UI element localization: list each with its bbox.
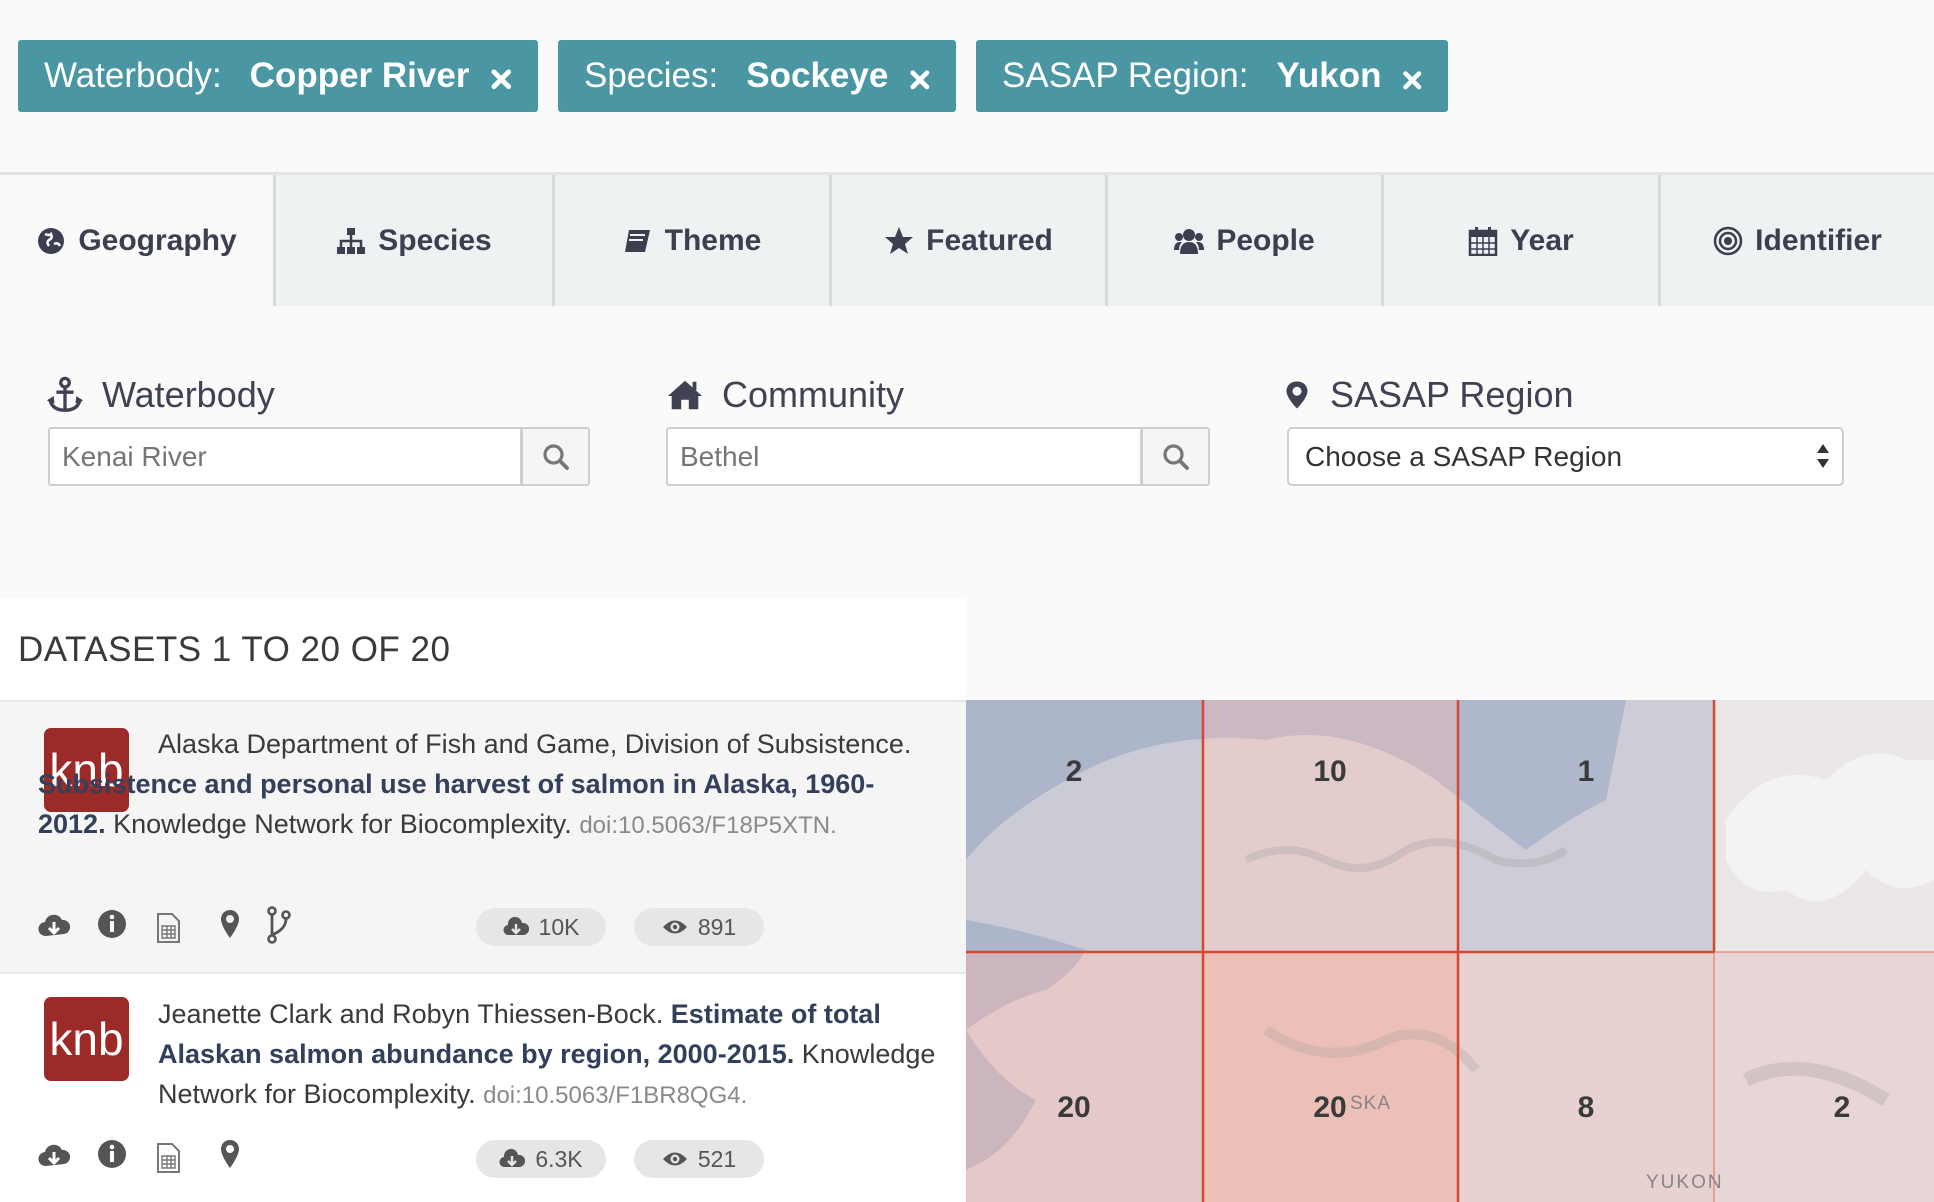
citation-authors: Alaska Department of Fish and Game, Divi…: [158, 729, 912, 759]
list-item: knb Jeanette Clark and Robyn Thiessen-Bo…: [0, 972, 966, 1202]
filter-key: Waterbody:: [44, 56, 222, 95]
tab-label: People: [1216, 223, 1315, 257]
map-cell-count[interactable]: 20: [1057, 1091, 1090, 1125]
filter-value: Copper River: [249, 56, 470, 95]
close-icon[interactable]: [489, 61, 514, 91]
sitemap-icon: [337, 227, 366, 254]
waterbody-label: Waterbody: [46, 374, 275, 416]
map-cell-count[interactable]: 10: [1313, 755, 1346, 789]
community-label: Community: [666, 374, 904, 416]
tab-label: Featured: [926, 223, 1053, 257]
filter-key: SASAP Region:: [1002, 56, 1249, 95]
filter-chip-waterbody: Waterbody: Copper River: [18, 40, 538, 112]
filter-chip-region: SASAP Region: Yukon: [976, 40, 1448, 112]
waterbody-search-button[interactable]: [521, 427, 590, 486]
map-marker-icon[interactable]: [214, 1138, 246, 1170]
citation-authors: Jeanette Clark and Robyn Thiessen-Bock.: [158, 999, 664, 1029]
close-icon[interactable]: [1401, 61, 1424, 91]
cloud-download-icon[interactable]: [38, 1140, 70, 1172]
data-table-icon[interactable]: [152, 912, 184, 944]
eye-icon: [662, 920, 687, 934]
download-count-badge: 10K: [476, 908, 606, 946]
cloud-download-icon: [503, 916, 529, 936]
map-marker-icon: [1286, 381, 1308, 409]
map-cell-count[interactable]: 20: [1313, 1091, 1346, 1125]
results-map[interactable]: 2 10 1 20 20 8 2 SKA YUKON: [966, 700, 1934, 1202]
info-icon[interactable]: [96, 1138, 128, 1170]
download-count-badge: 6.3K: [476, 1140, 606, 1178]
anchor-icon: [46, 376, 84, 412]
region-label: SASAP Region: [1282, 374, 1574, 416]
calendar-icon: [1469, 226, 1498, 256]
bullseye-icon: [1713, 226, 1743, 255]
view-count-badge: 891: [634, 908, 764, 946]
tab-identifier[interactable]: Identifier: [1661, 175, 1934, 306]
tab-featured[interactable]: Featured: [832, 175, 1108, 306]
filter-value: Yukon: [1276, 56, 1382, 95]
download-count: 6.3K: [535, 1145, 583, 1172]
close-icon[interactable]: [908, 61, 932, 91]
search-icon: [542, 443, 569, 470]
filter-chip-species: Species: Sockeye: [558, 40, 956, 112]
home-icon: [667, 380, 703, 410]
search-icon: [1162, 443, 1189, 470]
community-input[interactable]: [666, 427, 1142, 486]
region-select[interactable]: Choose a SASAP Region: [1287, 427, 1844, 486]
tab-theme[interactable]: Theme: [555, 175, 832, 306]
map-place-label: YUKON: [1646, 1172, 1724, 1193]
globe-icon: [38, 227, 65, 254]
map-marker-icon[interactable]: [214, 908, 246, 940]
eye-icon: [662, 1152, 687, 1166]
info-icon[interactable]: [96, 908, 128, 940]
list-item: knb Alaska Department of Fish and Game, …: [0, 700, 966, 972]
map-cell-count[interactable]: 1: [1578, 755, 1595, 789]
tab-people[interactable]: People: [1108, 175, 1384, 306]
waterbody-label-text: Waterbody: [102, 374, 275, 415]
region-label-text: SASAP Region: [1330, 374, 1574, 415]
users-icon: [1174, 228, 1205, 254]
map-place-label: SKA: [1350, 1093, 1392, 1114]
map-tiles: [966, 700, 1934, 1202]
filter-tabs: Geography Species Theme Featured People …: [0, 172, 1934, 306]
select-arrows-icon: [1817, 444, 1829, 468]
tab-year[interactable]: Year: [1384, 175, 1661, 306]
tab-geography[interactable]: Geography: [0, 175, 276, 306]
tab-label: Year: [1510, 223, 1574, 257]
waterbody-input[interactable]: [48, 427, 522, 486]
cloud-download-icon[interactable]: [38, 910, 70, 942]
community-search-button[interactable]: [1141, 427, 1210, 486]
tab-label: Geography: [78, 223, 237, 257]
view-count-badge: 521: [634, 1140, 764, 1178]
region-select-value: Choose a SASAP Region: [1305, 441, 1623, 472]
tab-label: Identifier: [1755, 223, 1882, 257]
download-count: 10K: [538, 913, 580, 940]
cloud-download-icon: [499, 1148, 526, 1168]
map-cell-count[interactable]: 8: [1578, 1091, 1595, 1125]
view-count: 891: [697, 913, 737, 940]
filter-value: Sockeye: [746, 56, 889, 95]
map-cell-count[interactable]: 2: [1834, 1091, 1851, 1125]
star-icon: [885, 226, 914, 254]
results-header: DATASETS 1 TO 20 OF 20: [0, 598, 966, 700]
tab-label: Species: [378, 223, 492, 257]
map-cell-count[interactable]: 2: [1066, 755, 1083, 789]
tab-label: Theme: [664, 223, 762, 257]
filter-key: Species:: [584, 56, 719, 95]
tab-species[interactable]: Species: [276, 175, 555, 306]
citation-publisher: Knowledge Network for Biocomplexity.: [113, 809, 572, 839]
results-count-heading: DATASETS 1 TO 20 OF 20: [18, 630, 451, 669]
view-count: 521: [697, 1145, 737, 1172]
data-table-icon[interactable]: [152, 1142, 184, 1174]
citation: Jeanette Clark and Robyn Thiessen-Bock. …: [158, 994, 948, 1116]
citation-doi[interactable]: doi:10.5063/F18P5XTN.: [579, 812, 837, 839]
community-label-text: Community: [722, 374, 905, 415]
repository-logo: knb: [44, 997, 129, 1081]
citation: Alaska Department of Fish and Game, Divi…: [38, 724, 938, 846]
citation-doi[interactable]: doi:10.5063/F1BR8QG4.: [483, 1082, 747, 1109]
code-branch-icon[interactable]: [262, 906, 294, 944]
book-icon: [624, 229, 650, 252]
